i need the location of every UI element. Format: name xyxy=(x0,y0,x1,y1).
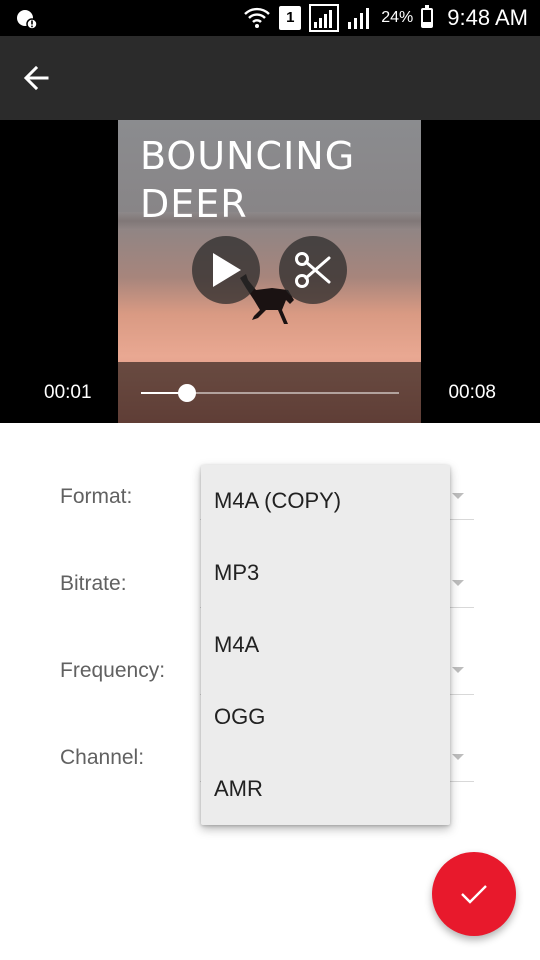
video-title-line: BOUNCING xyxy=(140,134,356,178)
back-arrow-icon xyxy=(23,65,49,91)
signal-icon xyxy=(309,4,340,32)
video-title-line: DEER xyxy=(140,182,248,226)
cut-button[interactable] xyxy=(279,236,347,304)
video-player: BOUNCING DEER 00:01 00:08 xyxy=(0,120,540,423)
format-option[interactable]: M4A (COPY) xyxy=(201,465,450,537)
format-option[interactable]: MP3 xyxy=(201,537,450,609)
duration-time: 00:08 xyxy=(448,382,496,403)
app-bar xyxy=(0,36,540,120)
format-option[interactable]: AMR xyxy=(201,753,450,825)
dropdown-arrow-icon xyxy=(452,493,464,499)
bitrate-label: Bitrate: xyxy=(60,572,127,595)
back-button[interactable] xyxy=(14,56,58,100)
notification-icon xyxy=(17,10,38,30)
clock: 9:48 AM xyxy=(447,5,528,30)
sim-icon: 1 xyxy=(279,6,302,30)
video-timeline: 00:01 00:08 xyxy=(0,362,540,423)
format-dropdown-menu: M4A (COPY) MP3 M4A OGG AMR xyxy=(201,465,450,825)
battery-percent: 24% xyxy=(381,9,414,26)
format-option[interactable]: M4A xyxy=(201,609,450,681)
current-time: 00:01 xyxy=(44,382,92,403)
play-button[interactable] xyxy=(192,236,260,304)
play-icon xyxy=(213,253,241,287)
signal-icon xyxy=(348,8,370,29)
frequency-label: Frequency: xyxy=(60,659,166,682)
battery-icon xyxy=(421,5,434,28)
checkmark-icon xyxy=(461,885,487,904)
scissors-icon xyxy=(295,252,331,288)
channel-label: Channel: xyxy=(60,746,145,769)
confirm-button[interactable] xyxy=(432,852,516,936)
wifi-icon xyxy=(244,7,271,28)
status-bar: 1 24% 9:48 AM xyxy=(0,0,540,36)
format-option[interactable]: OGG xyxy=(201,681,450,753)
dropdown-arrow-icon xyxy=(452,754,464,760)
seek-thumb[interactable] xyxy=(178,384,197,402)
seek-bar[interactable] xyxy=(141,384,399,402)
format-label: Format: xyxy=(60,485,133,508)
dropdown-arrow-icon xyxy=(452,580,464,586)
dropdown-arrow-icon xyxy=(452,667,464,673)
